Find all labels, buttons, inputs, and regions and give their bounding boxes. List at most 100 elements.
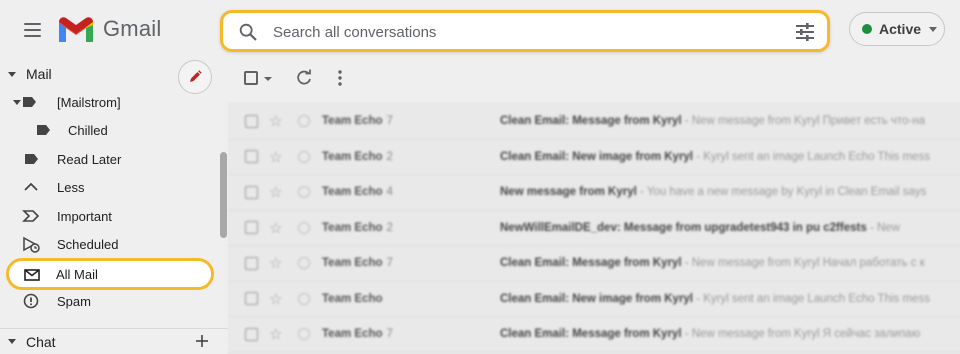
sender-name: Team Echo — [322, 115, 383, 128]
status-dropdown[interactable]: Active — [849, 12, 945, 46]
chat-section-header[interactable]: Chat — [0, 328, 228, 354]
sidebar-item-mailstrom[interactable]: [Mailstrom] — [0, 88, 228, 116]
select-all-checkbox[interactable] — [244, 71, 258, 85]
row-checkbox[interactable] — [245, 221, 258, 235]
star-icon[interactable]: ☆ — [269, 219, 282, 237]
snooze-icon[interactable] — [298, 257, 310, 270]
email-row[interactable]: ☆ Team Echo 7 Clean Email: Message from Kyr… — [228, 317, 960, 353]
email-subject: New message from Kyryl — [500, 186, 637, 199]
sidebar-item-all-mail[interactable]: All Mail — [6, 258, 214, 290]
mail-icon — [24, 269, 40, 281]
label-icon — [25, 154, 38, 164]
sidebar-item-label: Less — [57, 179, 85, 195]
sidebar-item-label: Chilled — [68, 122, 108, 138]
star-icon[interactable]: ☆ — [269, 325, 282, 343]
email-subject-line: NewWillEmailDE_dev: Message from upgrade… — [500, 222, 960, 234]
more-vert-icon[interactable] — [332, 68, 348, 88]
snooze-icon[interactable] — [298, 150, 310, 163]
collapse-triangle-icon — [8, 339, 16, 344]
thread-count: 7 — [386, 328, 393, 341]
email-subject: Clean Email: Message from Kyryl — [500, 257, 682, 270]
sidebar-item-label: [Mailstrom] — [57, 94, 121, 110]
email-row[interactable]: ☆ Team Echo 2 Clean Email: New image from K… — [228, 140, 960, 175]
sidebar-scrollbar[interactable] — [220, 152, 227, 238]
pencil-icon — [190, 70, 202, 82]
sender-name: Team Echo — [322, 150, 383, 163]
email-row[interactable]: ☆ Team Echo 2 NewWillEmailDE_dev: Message f… — [228, 211, 960, 246]
row-checkbox[interactable] — [245, 327, 258, 341]
row-checkbox[interactable] — [245, 256, 258, 270]
email-row[interactable]: ☆ Team Echo Clean Email: New image from Ky… — [228, 282, 960, 317]
gmail-logo-icon[interactable] — [56, 14, 96, 44]
row-checkbox[interactable] — [245, 185, 258, 199]
email-subject-line: Clean Email: New image from Kyryl - Kyry… — [500, 293, 960, 305]
row-checkbox[interactable] — [245, 150, 258, 164]
email-sender: Team Echo 4 — [322, 186, 393, 198]
email-sender: Team Echo 7 — [322, 328, 393, 340]
email-row[interactable]: ☆ Team Echo 4 New message from Kyryl - You … — [228, 175, 960, 211]
thread-count: 7 — [386, 115, 393, 128]
caret-down-icon — [929, 26, 938, 32]
email-subject: Clean Email: Message from Kyryl — [500, 115, 682, 128]
row-checkbox[interactable] — [245, 114, 258, 128]
thread-count: 2 — [386, 221, 393, 234]
important-icon — [22, 210, 40, 222]
sender-name: Team Echo — [322, 221, 383, 234]
thread-count: 4 — [386, 186, 393, 199]
email-snippet: - Kyryl sent an image Launch Echo This m… — [696, 292, 930, 305]
list-toolbar — [228, 56, 960, 100]
email-sender: Team Echo 2 — [322, 222, 393, 234]
refresh-icon[interactable] — [294, 68, 314, 88]
email-row[interactable]: ☆ Team Echo 7 Clean Email: Message from Kyr… — [228, 104, 960, 140]
email-row[interactable]: ☆ Team Echo 7 Clean Email: Message from Kyr… — [228, 246, 960, 282]
star-icon[interactable]: ☆ — [269, 112, 282, 130]
email-snippet: - New message from Kyryl Я сейчас залипа… — [684, 328, 921, 341]
sidebar-item-label: All Mail — [56, 266, 98, 282]
main-menu-button[interactable] — [16, 16, 48, 44]
row-checkbox[interactable] — [245, 292, 258, 306]
search-input[interactable] — [273, 20, 773, 44]
hamburger-icon-line — [23, 35, 41, 37]
email-sender: Team Echo — [322, 293, 387, 305]
email-subject: Clean Email: New image from Kyryl — [500, 292, 694, 305]
snooze-icon[interactable] — [298, 292, 310, 305]
spam-icon — [23, 293, 39, 309]
label-icon — [37, 125, 50, 135]
label-icon — [23, 97, 36, 107]
sidebar-item-spam[interactable]: Spam — [0, 287, 228, 315]
plus-icon[interactable] — [194, 333, 210, 349]
star-icon[interactable]: ☆ — [269, 183, 282, 201]
thread-count: 2 — [386, 150, 393, 163]
top-bar: Gmail Active — [0, 0, 960, 62]
email-snippet: - You have a new message by Kyryl in Cle… — [640, 186, 927, 199]
sidebar-item-label: Scheduled — [57, 236, 119, 252]
sidebar-item-important[interactable]: Important — [0, 202, 228, 230]
sidebar-item-less[interactable]: Less — [0, 173, 228, 201]
sidebar-item-read-later[interactable]: Read Later — [0, 145, 228, 173]
sidebar-item-scheduled[interactable]: Scheduled — [0, 230, 228, 258]
snooze-icon[interactable] — [298, 186, 310, 199]
sender-name: Team Echo — [322, 257, 383, 270]
main-panel: ☆ Team Echo 7 Clean Email: Message from Kyr… — [228, 56, 960, 354]
email-list: ☆ Team Echo 7 Clean Email: Message from Kyr… — [228, 102, 960, 354]
snooze-icon[interactable] — [298, 221, 310, 234]
thread-count: 7 — [386, 257, 393, 270]
search-options-icon[interactable] — [793, 20, 817, 44]
sidebar-item-chilled[interactable]: Chilled — [0, 116, 228, 144]
snooze-icon[interactable] — [298, 115, 310, 128]
email-sender: Team Echo 7 — [322, 115, 393, 127]
email-subject: Clean Email: New image from Kyryl — [500, 150, 694, 163]
sidebar-item-label: Read Later — [57, 151, 122, 167]
sidebar-item-label: Spam — [57, 293, 91, 309]
email-snippet: - New message from Kyryl Начал работать … — [684, 257, 925, 270]
search-bar[interactable] — [220, 10, 830, 52]
sender-name: Team Echo — [322, 186, 383, 199]
star-icon[interactable]: ☆ — [269, 254, 282, 272]
scheduled-icon — [23, 236, 40, 253]
select-options-caret-icon[interactable] — [264, 77, 272, 81]
star-icon[interactable]: ☆ — [269, 148, 282, 166]
snooze-icon[interactable] — [298, 328, 310, 341]
app-name: Gmail — [103, 16, 162, 41]
star-icon[interactable]: ☆ — [269, 290, 282, 308]
search-icon[interactable] — [237, 21, 259, 43]
